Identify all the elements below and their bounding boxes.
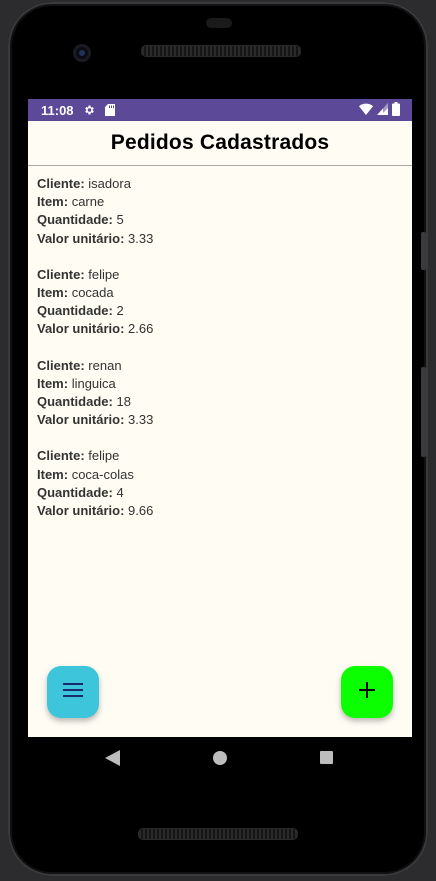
status-time: 11:08 — [41, 102, 74, 118]
menu-fab-button[interactable] — [47, 666, 99, 718]
gear-icon — [83, 103, 95, 117]
cliente-label: Cliente: — [37, 448, 85, 464]
cliente-label: Cliente: — [37, 176, 85, 191]
plus-icon — [359, 681, 375, 703]
quantidade-label: Quantidade: — [37, 484, 113, 500]
quantidade-value: 5 — [116, 212, 124, 228]
quantidade-label: Quantidade: — [37, 303, 113, 319]
order-cliente: Cliente: isadora — [37, 175, 397, 193]
valor-value: 9.66 — [128, 503, 154, 519]
status-indicators — [359, 102, 400, 119]
order-item-line: Item: linguica — [37, 375, 397, 393]
order-valor: Valor unitário: 9.66 — [37, 502, 397, 520]
order-list: Cliente: isadora Item: carne Quantidade:… — [37, 175, 397, 538]
item-label: Item: — [37, 194, 69, 210]
order-item-line: Item: coca-colas — [37, 466, 397, 484]
volume-button — [421, 232, 426, 270]
quantidade-label: Quantidade: — [37, 394, 113, 410]
menu-icon — [63, 682, 83, 702]
system-navigation-bar — [28, 737, 412, 783]
cliente-label: Cliente: — [37, 266, 85, 282]
valor-value: 3.33 — [128, 230, 154, 246]
item-value: linguica — [71, 375, 116, 391]
cliente-value: renan — [88, 357, 122, 373]
cliente-value: isadora — [88, 176, 131, 191]
app-header: Pedidos Cadastrados — [28, 121, 412, 166]
order-quantidade: Quantidade: 5 — [37, 211, 397, 229]
order-valor: Valor unitário: 3.33 — [37, 230, 397, 248]
item-label: Item: — [37, 285, 69, 301]
order-valor: Valor unitário: 2.66 — [37, 320, 397, 338]
add-order-fab-button[interactable] — [341, 666, 393, 718]
cliente-value: felipe — [88, 448, 120, 464]
valor-value: 2.66 — [128, 321, 154, 337]
cliente-value: felipe — [88, 266, 120, 282]
app-screen: 11:08 Pedidos Cadastrados Cliente: isado… — [28, 99, 412, 737]
device-frame: 11:08 Pedidos Cadastrados Cliente: isado… — [0, 0, 436, 881]
order-item-line: Item: cocada — [37, 284, 397, 302]
order-cliente: Cliente: renan — [37, 357, 397, 375]
valor-label: Valor unitário: — [37, 503, 125, 519]
quantidade-value: 4 — [116, 484, 124, 500]
signal-icon — [377, 103, 388, 118]
recents-icon — [319, 751, 333, 769]
quantidade-label: Quantidade: — [37, 212, 113, 228]
wifi-icon — [359, 103, 373, 118]
valor-value: 3.33 — [128, 412, 154, 428]
item-value: cocada — [71, 285, 114, 301]
bottom-speaker-grille — [138, 828, 298, 840]
item-label: Item: — [37, 466, 69, 482]
home-button[interactable] — [211, 750, 229, 770]
order-cliente: Cliente: felipe — [37, 447, 397, 465]
power-button — [421, 367, 426, 457]
order-cliente: Cliente: felipe — [37, 266, 397, 284]
valor-label: Valor unitário: — [37, 230, 125, 246]
order-item: Cliente: isadora Item: carne Quantidade:… — [37, 175, 397, 248]
order-item-line: Item: carne — [37, 193, 397, 211]
status-bar: 11:08 — [28, 99, 412, 121]
order-quantidade: Quantidade: 4 — [37, 484, 397, 502]
item-label: Item: — [37, 375, 69, 391]
item-value: carne — [71, 194, 105, 210]
sd-card-icon — [104, 103, 116, 117]
item-value: coca-colas — [71, 466, 134, 482]
cliente-label: Cliente: — [37, 357, 85, 373]
order-item: Cliente: renan Item: linguica Quantidade… — [37, 357, 397, 430]
page-title: Pedidos Cadastrados — [110, 131, 330, 154]
battery-icon — [392, 102, 400, 119]
recents-button[interactable] — [317, 751, 335, 769]
top-speaker-grille — [141, 45, 301, 57]
home-icon — [213, 750, 227, 770]
back-button[interactable] — [103, 749, 121, 771]
earpiece — [206, 18, 232, 28]
quantidade-value: 2 — [116, 303, 124, 319]
order-quantidade: Quantidade: 18 — [37, 393, 397, 411]
order-valor: Valor unitário: 3.33 — [37, 411, 397, 429]
order-item: Cliente: felipe Item: cocada Quantidade:… — [37, 266, 397, 339]
valor-label: Valor unitário: — [37, 321, 125, 337]
quantidade-value: 18 — [116, 394, 131, 410]
back-icon — [104, 749, 120, 771]
front-camera — [73, 44, 91, 62]
order-item: Cliente: felipe Item: coca-colas Quantid… — [37, 447, 397, 520]
order-quantidade: Quantidade: 2 — [37, 302, 397, 320]
valor-label: Valor unitário: — [37, 412, 125, 428]
